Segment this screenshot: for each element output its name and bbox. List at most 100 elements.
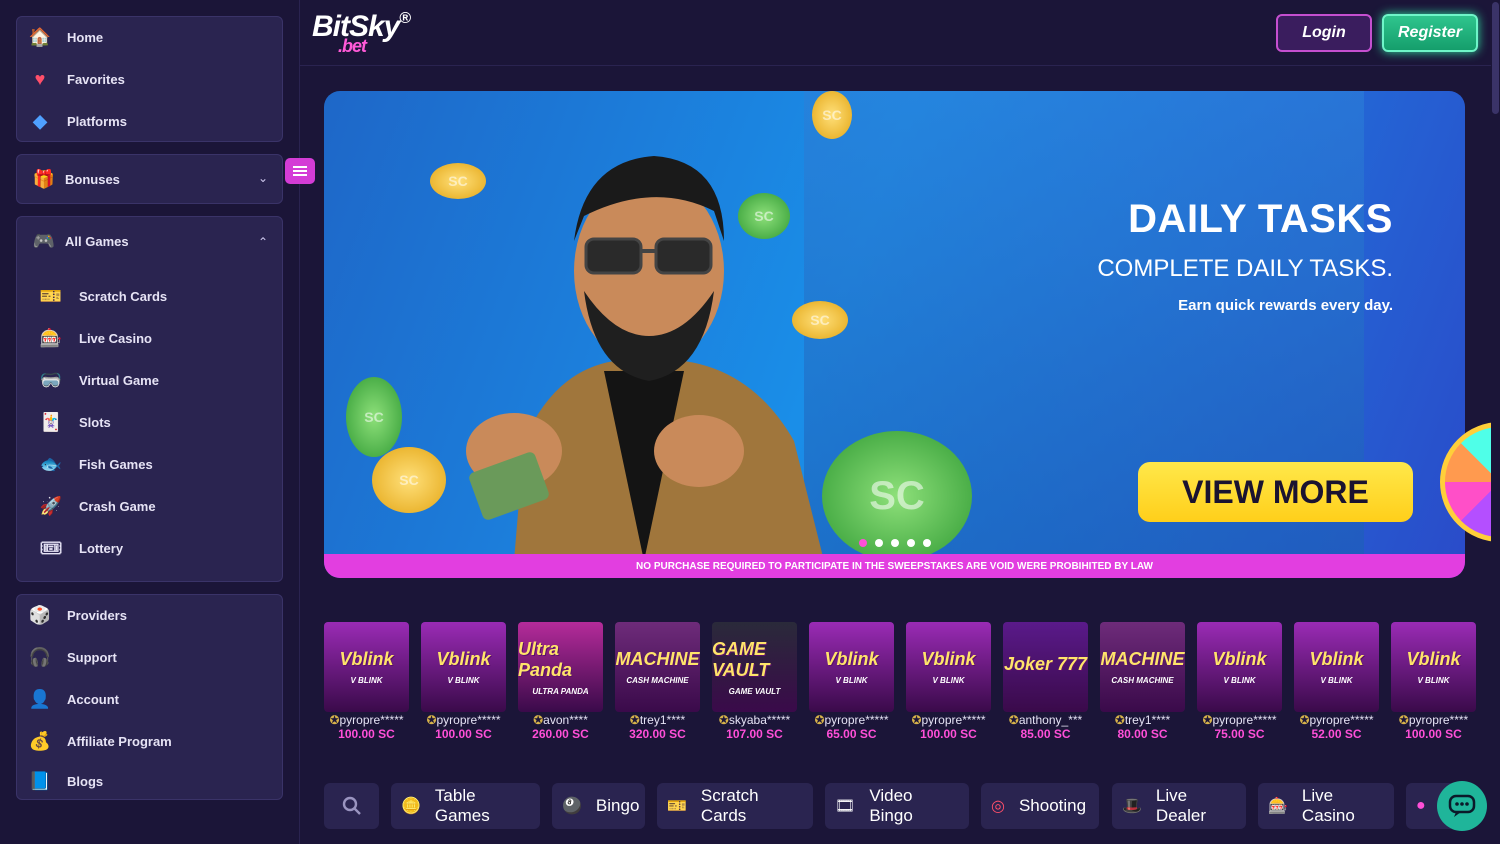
category-table-games[interactable]: 🪙 Table Games <box>391 783 540 829</box>
category-scratch-cards[interactable]: 🎫 Scratch Cards <box>657 783 813 829</box>
sidebar-item-label: Favorites <box>67 71 125 87</box>
category-shooting[interactable]: ◎ Shooting <box>981 783 1099 829</box>
win-tile[interactable]: Vblink V BLINK ✪pyropre***** 75.00 SC <box>1197 622 1282 741</box>
win-amount: 100.00 SC <box>920 727 977 741</box>
winner-name: pyropre**** <box>1408 713 1469 727</box>
login-button[interactable]: Login <box>1276 14 1372 52</box>
game-thumbnail-provider: V BLINK <box>447 676 480 685</box>
sidebar-item-lottery[interactable]: 🎟 Lottery <box>37 533 124 563</box>
logo[interactable]: BitSky® .bet <box>312 10 411 56</box>
sidebar-item-bonuses[interactable]: 🎁 Bonuses <box>31 164 120 194</box>
gift-icon: 🎁 <box>32 168 56 189</box>
game-thumbnail[interactable]: GAME VAULT GAME VAULT <box>712 622 797 712</box>
game-search-button[interactable] <box>324 783 379 829</box>
carousel-dot[interactable] <box>859 539 867 547</box>
category-bingo[interactable]: 🎱 Bingo <box>552 783 645 829</box>
carousel-dot[interactable] <box>875 539 883 547</box>
sidebar-item-blogs[interactable]: 📘 Blogs <box>27 766 103 796</box>
platforms-icon: ◆ <box>33 110 47 131</box>
winner-name: pyropre***** <box>824 713 889 727</box>
sidebar-item-scratch-cards[interactable]: 🎫 Scratch Cards <box>37 281 167 311</box>
game-thumbnail[interactable]: Vblink V BLINK <box>1294 622 1379 712</box>
winner-name: trey1**** <box>1124 713 1171 727</box>
sidebar-item-all-games[interactable]: 🎮 All Games <box>31 226 129 256</box>
game-thumbnail-title: Ultra Panda <box>518 638 573 680</box>
category-video-bingo[interactable]: 🎞 Video Bingo <box>825 783 969 829</box>
carousel-dot[interactable] <box>907 539 915 547</box>
game-thumbnail[interactable]: MACHINE CASH MACHINE <box>615 622 700 712</box>
sidebar-bonuses-panel[interactable]: 🎁 Bonuses ⌄ <box>16 154 283 204</box>
game-thumbnail-provider: CASH MACHINE <box>1111 676 1174 685</box>
win-tile[interactable]: GAME VAULT GAME VAULT ✪skyaba***** 107.00 S… <box>712 622 797 741</box>
sidebar-item-crash-game[interactable]: 🚀 Crash Game <box>37 491 156 521</box>
sidebar-item-live-casino[interactable]: 🎰 Live Casino <box>37 323 152 353</box>
chevron-down-icon[interactable]: ⌄ <box>258 171 268 185</box>
win-amount: 260.00 SC <box>532 727 589 741</box>
chevron-up-icon[interactable]: ⌃ <box>258 235 268 249</box>
scrollbar-thumb[interactable] <box>1492 2 1499 114</box>
winner-name: pyropre***** <box>1212 713 1277 727</box>
sidebar-item-affiliate-program[interactable]: 💰 Affiliate Program <box>27 726 172 756</box>
view-more-button[interactable]: VIEW MORE <box>1138 462 1413 522</box>
win-tile[interactable]: Vblink V BLINK ✪pyropre***** 65.00 SC <box>809 622 894 741</box>
game-thumbnail-title: Vblink <box>1309 649 1364 669</box>
game-thumbnail[interactable]: Vblink V BLINK <box>809 622 894 712</box>
winner-name: avon**** <box>543 713 588 727</box>
category-label: Scratch Cards <box>700 786 759 825</box>
sidebar-item-fish-games[interactable]: 🐟 Fish Games <box>37 449 153 479</box>
carousel-dot[interactable] <box>891 539 899 547</box>
sidebar-item-label: Virtual Game <box>79 372 159 388</box>
sidebar-item-favorites[interactable]: ♥ Favorites <box>27 64 125 94</box>
sidebar-item-providers[interactable]: 🎲 Providers <box>27 600 127 630</box>
sidebar-item-slots[interactable]: 🃏 Slots <box>37 407 111 437</box>
star-icon: ✪ <box>718 713 729 727</box>
sidebar-item-virtual-game[interactable]: 🥽 Virtual Game <box>37 365 159 395</box>
category-live-casino[interactable]: 🎰 Live Casino <box>1258 783 1394 829</box>
sidebar-item-label: Scratch Cards <box>79 288 168 304</box>
game-thumbnail[interactable]: Vblink V BLINK <box>1391 622 1476 712</box>
coin-icon: SC <box>812 91 852 139</box>
win-tile[interactable]: Ultra Panda ULTRA PANDA ✪avon**** 260.00 SC <box>518 622 603 741</box>
sidebar-item-account[interactable]: 👤 Account <box>27 684 119 714</box>
sidebar-item-support[interactable]: 🎧 Support <box>27 642 117 672</box>
live-chat-button[interactable] <box>1437 781 1487 831</box>
sidebar-item-label: Slots <box>79 414 111 430</box>
game-thumbnail[interactable]: Ultra Panda ULTRA PANDA <box>518 622 603 712</box>
game-thumbnail[interactable]: Joker 777 <box>1003 622 1088 712</box>
hero-banner: SC SC SC SC SC SC SC DAILY TASKS COMPLET… <box>324 91 1465 578</box>
game-thumbnail[interactable]: Vblink V BLINK <box>421 622 506 712</box>
win-amount: 75.00 SC <box>1214 727 1265 741</box>
sidebar-item-label: Bonuses <box>65 171 120 187</box>
game-thumbnail-provider: V BLINK <box>1417 676 1450 685</box>
page-scrollbar[interactable] <box>1491 0 1500 844</box>
win-tile[interactable]: Joker 777 ✪anthony_*** 85.00 SC <box>1003 622 1088 741</box>
win-tile[interactable]: Vblink V BLINK ✪pyropre***** 100.00 SC <box>906 622 991 741</box>
game-thumbnail[interactable]: Vblink V BLINK <box>906 622 991 712</box>
win-tile[interactable]: MACHINE CASH MACHINE ✪trey1**** 320.00 SC <box>615 622 700 741</box>
win-tile[interactable]: Vblink V BLINK ✪pyropre***** 52.00 SC <box>1294 622 1379 741</box>
winner-name: pyropre***** <box>339 713 404 727</box>
win-tile[interactable]: MACHINE CASH MACHINE ✪trey1**** 80.00 SC <box>1100 622 1185 741</box>
game-thumbnail-provider: GAME VAULT <box>728 686 781 696</box>
register-button[interactable]: Register <box>1382 14 1478 52</box>
headset-icon: 🎧 <box>28 646 52 667</box>
game-thumbnail[interactable]: MACHINE CASH MACHINE <box>1100 622 1185 712</box>
logo-registered: ® <box>399 10 411 27</box>
category-live-dealer[interactable]: 🎩 Live Dealer <box>1112 783 1246 829</box>
winner-username: ✪pyropre***** <box>324 713 409 727</box>
sidebar-item-platforms[interactable]: ◆ Platforms <box>27 106 127 136</box>
winner-name: skyaba***** <box>728 713 791 727</box>
banner-title: DAILY TASKS <box>1128 197 1393 241</box>
menu-toggle-button[interactable] <box>285 158 315 184</box>
scratch-card-icon: 🎫 <box>39 285 63 306</box>
game-thumbnail[interactable]: Vblink V BLINK <box>1197 622 1282 712</box>
category-label: Live Casino <box>1301 786 1355 825</box>
banner-tagline: Earn quick rewards every day. <box>1178 297 1393 314</box>
game-thumbnail[interactable]: Vblink V BLINK <box>324 622 409 712</box>
win-tile[interactable]: Vblink V BLINK ✪pyropre***** 100.00 SC <box>324 622 409 741</box>
sidebar-item-home[interactable]: 🏠 Home <box>27 22 103 52</box>
win-tile[interactable]: Vblink V BLINK ✪pyropre***** 100.00 SC <box>421 622 506 741</box>
sidebar-item-label: Blogs <box>67 773 104 789</box>
carousel-dot[interactable] <box>923 539 931 547</box>
win-tile[interactable]: Vblink V BLINK ✪pyropre**** 100.00 SC <box>1391 622 1476 741</box>
